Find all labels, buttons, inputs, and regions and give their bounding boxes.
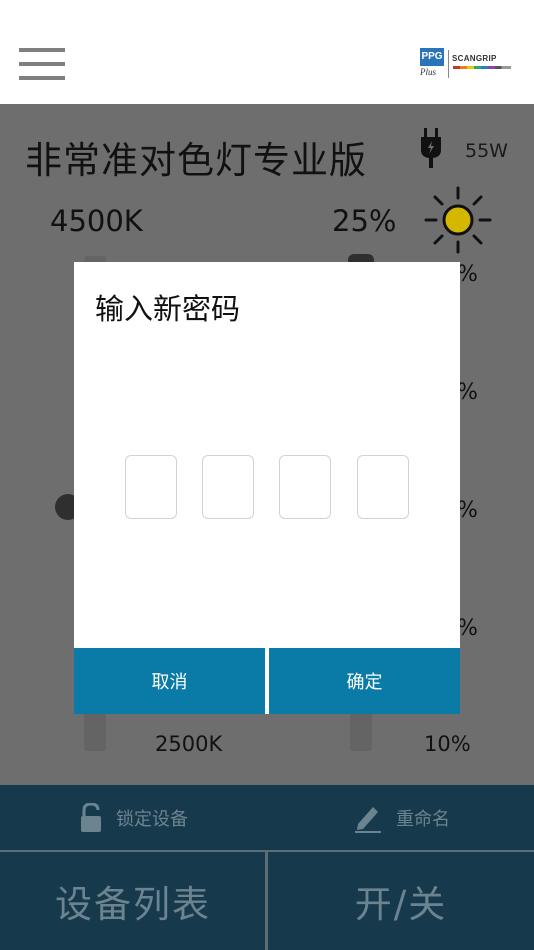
unlock-icon [81, 802, 101, 832]
pin-digit-3[interactable] [279, 455, 331, 519]
hamburger-menu-icon[interactable] [19, 46, 65, 82]
device-list-button[interactable]: 设备列表 [0, 852, 266, 950]
scale-label: % [457, 498, 478, 523]
rename-label: 重命名 [396, 808, 450, 830]
scale-label: % [457, 262, 478, 287]
plus-logo-text: Plus [420, 67, 437, 77]
cancel-button[interactable]: 取消 [74, 648, 265, 714]
scale-label: % [457, 380, 478, 405]
confirm-button[interactable]: 确定 [269, 648, 460, 714]
scangrip-logo: SCANGRIP [452, 54, 497, 63]
pin-digit-1[interactable] [125, 455, 177, 519]
wattage-value: 55W [465, 140, 508, 162]
sun-icon [424, 186, 492, 254]
brand-divider [448, 50, 449, 78]
ppg-logo: PPG [420, 48, 444, 66]
device-title: 非常准对色灯专业版 [25, 139, 367, 182]
scale-label: % [457, 616, 478, 641]
brightness-min-label: 10% [424, 732, 471, 756]
app-header: PPG Plus SCANGRIP [0, 0, 534, 104]
color-temperature-min-label: 2500K [155, 732, 223, 756]
action-bar: 锁定设备 重命名 [0, 785, 534, 850]
pin-digit-4[interactable] [357, 455, 409, 519]
lock-device-button[interactable]: 锁定设备 [80, 785, 188, 850]
brand-logo: PPG Plus SCANGRIP [420, 48, 515, 80]
power-toggle-button[interactable]: 开/关 [268, 852, 534, 950]
pencil-icon [355, 806, 381, 833]
plug-icon [421, 128, 441, 168]
dialog-title: 输入新密码 [95, 292, 241, 326]
rename-button[interactable]: 重命名 [354, 785, 450, 850]
color-temperature-value: 4500K [50, 204, 143, 238]
new-password-dialog: 输入新密码 取消 确定 [74, 262, 460, 714]
brightness-value: 25% [332, 204, 397, 238]
bottom-nav-bar: 设备列表 开/关 [0, 850, 534, 950]
lock-device-label: 锁定设备 [116, 808, 188, 830]
pin-digit-2[interactable] [202, 455, 254, 519]
brand-color-strip [453, 66, 511, 69]
